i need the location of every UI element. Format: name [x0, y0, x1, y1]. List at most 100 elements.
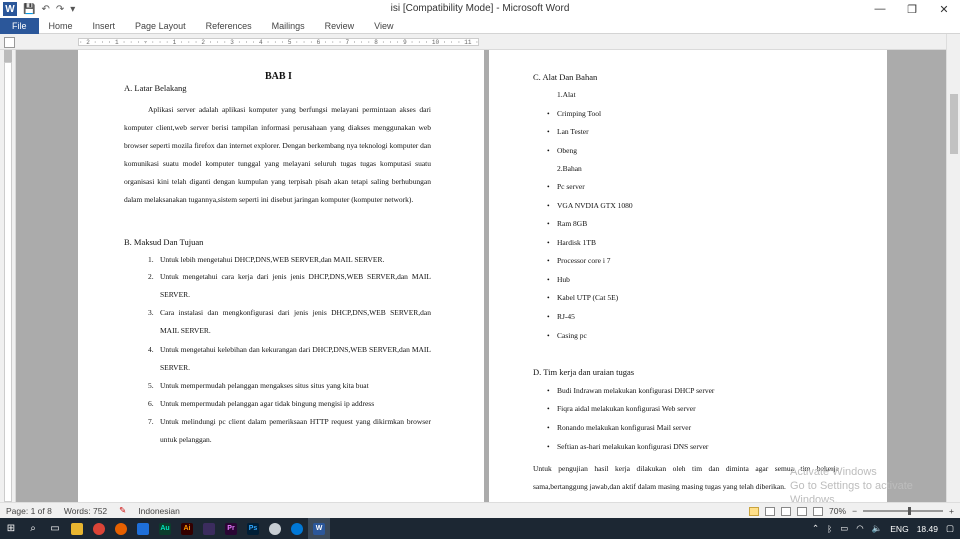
ribbon-tabs: File Home Insert Page Layout References … [0, 17, 960, 34]
illustrator-icon[interactable]: Ai [176, 518, 198, 539]
document-page-2[interactable]: C. Alat Dan Bahan 1.Alat Crimping Tool L… [489, 50, 887, 502]
start-icon[interactable]: ⊞ [0, 518, 22, 539]
document-workspace: BAB I A. Latar Belakang Aplikasi server … [16, 50, 946, 502]
outline-view-icon[interactable] [797, 506, 808, 516]
zoom-level[interactable]: 70% [829, 506, 846, 516]
list-item: 2. Untuk mengetahui cara kerja dari jeni… [148, 268, 431, 304]
list-item: 4. Untuk mengetahui kelebihan dan kekura… [148, 341, 431, 377]
list-item: Lan Tester [547, 127, 589, 136]
vertical-scrollbar[interactable] [946, 34, 960, 502]
zoom-slider[interactable] [863, 507, 944, 515]
zoom-out-button[interactable]: − [852, 506, 857, 516]
bluetooth-app-icon[interactable] [132, 518, 154, 539]
tray-overflow-icon[interactable]: ⌃ [812, 523, 819, 534]
tab-file[interactable]: File [0, 17, 39, 34]
search-icon[interactable]: ⌕ [22, 518, 44, 539]
vertical-ruler [0, 50, 16, 502]
battery-icon[interactable]: ▭ [840, 523, 848, 534]
web-layout-icon[interactable] [781, 506, 792, 516]
zoom-slider-knob[interactable] [908, 507, 912, 515]
tab-page-layout[interactable]: Page Layout [125, 18, 196, 34]
restore-button[interactable]: ❐ [896, 0, 928, 18]
edge-icon[interactable] [286, 518, 308, 539]
print-layout-icon[interactable] [749, 506, 760, 516]
list-item: Ram 8GB [547, 219, 587, 228]
bahan-label: 2.Bahan [557, 164, 582, 173]
ruler-scale[interactable]: · 2 · · · 1 · · · ▿ · · · 1 · · · 2 · · … [78, 38, 479, 46]
list-item: Budi Indrawan melakukan konfigurasi DHCP… [547, 386, 714, 395]
input-language[interactable]: ENG [890, 524, 908, 534]
cloud-app-icon[interactable] [264, 518, 286, 539]
language-indicator[interactable]: Indonesian [132, 506, 186, 516]
word-count[interactable]: Words: 752 [58, 506, 113, 516]
chapter-title: BAB I [265, 71, 292, 82]
undo-icon[interactable]: ↶ [41, 4, 49, 15]
tab-review[interactable]: Review [315, 18, 365, 34]
list-item: Fiqra aidal melakukan konfigurasi Web se… [547, 404, 696, 413]
scrollbar-thumb[interactable] [950, 94, 958, 154]
list-item-text: Untuk mempermudah pelanggan agar tidak b… [160, 399, 375, 408]
premiere-icon[interactable]: Pr [220, 518, 242, 539]
vertical-ruler-margin [4, 50, 12, 62]
minimize-button[interactable]: — [864, 0, 896, 18]
page-count[interactable]: Page: 1 of 8 [0, 506, 58, 516]
save-icon[interactable]: 💾 [23, 4, 35, 15]
section-c-heading: C. Alat Dan Bahan [533, 72, 598, 82]
wifi-icon[interactable]: ◠ [856, 523, 863, 534]
list-item-text: Untuk lebih mengetahui DHCP,DNS,WEB SERV… [160, 255, 385, 264]
audition-icon[interactable]: Au [154, 518, 176, 539]
firefox-icon[interactable] [110, 518, 132, 539]
windows-taskbar: ⊞ ⌕ ▭ Au Ai Pr Ps W ⌃ ᛒ ▭ ◠ 🔈 ENG 18.49 … [0, 518, 960, 539]
photoshop-icon[interactable]: Ps [242, 518, 264, 539]
list-item: Hardisk 1TB [547, 238, 596, 247]
media-app-icon[interactable] [198, 518, 220, 539]
alat-label: 1.Alat [557, 90, 576, 99]
tab-home[interactable]: Home [39, 18, 83, 34]
task-view-icon[interactable]: ▭ [44, 518, 66, 539]
notification-icon[interactable]: ▢ [946, 523, 954, 534]
document-page-1[interactable]: BAB I A. Latar Belakang Aplikasi server … [78, 50, 484, 502]
list-item: Ronando melakukan konfigurasi Mail serve… [547, 423, 691, 432]
list-number: 5. [148, 381, 154, 390]
full-screen-reading-icon[interactable] [765, 506, 776, 516]
list-number: 2. [148, 272, 154, 281]
list-item-text: Untuk mengetahui cara kerja dari jenis j… [160, 272, 431, 299]
list-item: Obeng [547, 146, 577, 155]
list-item: Kabel UTP (Cat 5E) [547, 293, 618, 302]
chrome-icon[interactable] [88, 518, 110, 539]
proofing-icon[interactable]: ✎ [113, 505, 132, 516]
list-item: Hub [547, 275, 570, 284]
customize-qat-icon[interactable]: ▾ [70, 4, 75, 15]
tab-view[interactable]: View [364, 18, 403, 34]
list-item: VGA NVDIA GTX 1080 [547, 201, 633, 210]
list-item: 6. Untuk mempermudah pelanggan agar tida… [148, 399, 375, 408]
word-taskbar-icon[interactable]: W [308, 518, 330, 539]
tab-selector-button[interactable] [4, 37, 15, 48]
section-d-heading: D. Tim kerja dan uraian tugas [533, 367, 635, 377]
list-item-text: Untuk mempermudah pelanggan mengakses si… [160, 381, 369, 390]
quick-access-toolbar: 💾 ↶ ↷ ▾ [23, 4, 75, 15]
redo-icon[interactable]: ↷ [56, 4, 64, 15]
word-app-icon[interactable]: W [3, 2, 17, 16]
status-bar: Page: 1 of 8 Words: 752 ✎ Indonesian 70%… [0, 502, 960, 518]
file-explorer-icon[interactable] [66, 518, 88, 539]
bluetooth-icon[interactable]: ᛒ [827, 524, 832, 534]
vertical-ruler-scale[interactable] [4, 62, 12, 502]
close-button[interactable]: ✕ [928, 0, 960, 18]
system-tray: ⌃ ᛒ ▭ ◠ 🔈 ENG 18.49 ▢ [812, 518, 954, 539]
section-b-heading: B. Maksud Dan Tujuan [124, 237, 204, 247]
volume-icon[interactable]: 🔈 [872, 523, 883, 534]
activation-watermark: Activate Windows Go to Settings to activ… [790, 465, 960, 507]
tab-mailings[interactable]: Mailings [262, 18, 315, 34]
clock[interactable]: 18.49 [917, 524, 938, 534]
tab-references[interactable]: References [196, 18, 262, 34]
list-item-text: Cara instalasi dan mengkonfigurasi dari … [160, 308, 431, 335]
tab-insert[interactable]: Insert [83, 18, 126, 34]
list-item: Processor core i 7 [547, 256, 610, 265]
list-number: 1. [148, 255, 154, 264]
horizontal-ruler: · 2 · · · 1 · · · ▿ · · · 1 · · · 2 · · … [0, 34, 960, 50]
watermark-title: Activate Windows [790, 466, 877, 478]
list-item: Seftian as-hari melakukan konfigurasi DN… [547, 442, 708, 451]
draft-view-icon[interactable] [813, 506, 824, 516]
zoom-in-button[interactable]: + [949, 506, 954, 516]
